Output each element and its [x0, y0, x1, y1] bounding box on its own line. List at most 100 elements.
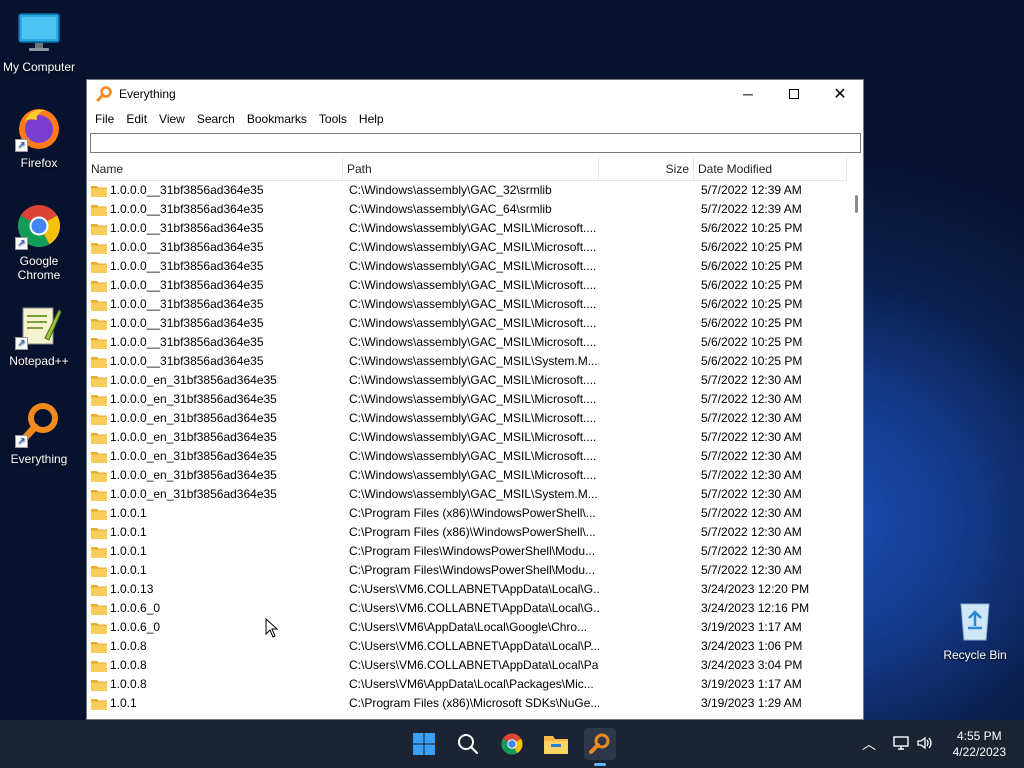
row-name-cell: 1.0.0.8 — [91, 637, 341, 656]
system-clock[interactable]: 4:55 PM 4/22/2023 — [953, 728, 1006, 760]
table-row[interactable]: 1.0.0.0_en_31bf3856ad364e35 C:\Windows\as… — [87, 447, 849, 466]
folder-icon — [91, 318, 107, 330]
folder-icon — [91, 337, 107, 349]
row-name-cell: 1.0.0.6_0 — [91, 618, 341, 637]
desktop-icon-recycle-bin[interactable]: Recycle Bin — [936, 596, 1014, 662]
table-row[interactable]: 1.0.0.0__31bf3856ad364e35 C:\Windows\asse… — [87, 333, 849, 352]
row-name-cell: 1.0.0.0_en_31bf3856ad364e35 — [91, 447, 341, 466]
table-row[interactable]: 1.0.0.8 C:\Users\VM6.COLLABNET\AppData\Lo… — [87, 656, 849, 675]
table-row[interactable]: 1.0.0.0__31bf3856ad364e35 C:\Windows\asse… — [87, 352, 849, 371]
table-row[interactable]: 1.0.0.1 C:\Program Files\WindowsPowerShel… — [87, 561, 849, 580]
table-row[interactable]: 1.0.0.0__31bf3856ad364e35 C:\Windows\asse… — [87, 295, 849, 314]
vertical-scrollbar[interactable] — [849, 181, 863, 713]
row-date-modified: 5/6/2022 10:25 PM — [701, 316, 803, 330]
row-path: C:\Windows\assembly\GAC_MSIL\Microsoft..… — [349, 373, 597, 387]
volume-icon[interactable] — [916, 734, 934, 755]
row-path: C:\Windows\assembly\GAC_MSIL\System.M...… — [349, 487, 599, 501]
column-name[interactable]: Name — [87, 157, 343, 181]
row-name-cell: 1.0.0.1 — [91, 523, 341, 542]
taskbar-everything-button[interactable] — [584, 728, 616, 766]
row-path: C:\Program Files (x86)\WindowsPowerShell… — [349, 506, 596, 520]
row-name-cell: 1.0.0.0__31bf3856ad364e35 — [91, 257, 341, 276]
start-icon — [413, 733, 435, 755]
row-name: 1.0.0.0__31bf3856ad364e35 — [110, 202, 264, 216]
show-hidden-icons-button[interactable]: ︿ — [862, 734, 876, 754]
row-name-cell: 1.0.0.0_en_31bf3856ad364e35 — [91, 390, 341, 409]
table-row[interactable]: 1.0.0.0__31bf3856ad364e35 C:\Windows\asse… — [87, 314, 849, 333]
scroll-thumb[interactable] — [855, 195, 858, 213]
maximize-button[interactable] — [771, 80, 817, 108]
minimize-button[interactable]: ─ — [725, 80, 771, 108]
table-row[interactable]: 1.0.0.8 C:\Users\VM6\AppData\Local\Packag… — [87, 675, 849, 694]
folder-icon — [91, 299, 107, 311]
folder-icon — [91, 641, 107, 653]
row-name: 1.0.0.0_en_31bf3856ad364e35 — [110, 392, 277, 406]
shortcut-arrow-icon: ↗ — [15, 435, 28, 448]
table-row[interactable]: 1.0.0.0__31bf3856ad364e35 C:\Windows\asse… — [87, 181, 849, 200]
table-row[interactable]: 1.0.0.1 C:\Program Files (x86)\WindowsPow… — [87, 504, 849, 523]
menu-bookmarks[interactable]: Bookmarks — [241, 112, 313, 126]
row-path: C:\Users\VM6\AppData\Local\Google\Chro..… — [349, 620, 588, 634]
table-row[interactable]: 1.0.0.0_en_31bf3856ad364e35 C:\Windows\as… — [87, 428, 849, 447]
folder-icon — [91, 223, 107, 235]
table-row[interactable]: 1.0.0.0__31bf3856ad364e35 C:\Windows\asse… — [87, 276, 849, 295]
network-icon[interactable] — [892, 734, 910, 755]
row-name: 1.0.0.1 — [110, 544, 147, 558]
column-size[interactable]: Size — [599, 157, 694, 181]
row-name: 1.0.0.0__31bf3856ad364e35 — [110, 183, 264, 197]
menu-search[interactable]: Search — [191, 112, 241, 126]
table-row[interactable]: 1.0.0.0_en_31bf3856ad364e35 C:\Windows\as… — [87, 466, 849, 485]
taskbar-file-explorer-button[interactable] — [540, 728, 572, 760]
folder-icon — [91, 432, 107, 444]
desktop-icon-notepad-plus-plus[interactable]: ↗ Notepad++ — [0, 302, 78, 368]
everything-window[interactable]: Everything ─ ✕ File Edit View Search Boo… — [86, 79, 864, 720]
folder-icon — [91, 280, 107, 292]
start-button[interactable] — [408, 728, 440, 760]
row-name: 1.0.0.0__31bf3856ad364e35 — [110, 354, 264, 368]
table-row[interactable]: 1.0.0.0__31bf3856ad364e35 C:\Windows\asse… — [87, 257, 849, 276]
desktop-icon-label: Everything — [10, 452, 68, 466]
menu-file[interactable]: File — [89, 112, 120, 126]
row-name-cell: 1.0.0.0__31bf3856ad364e35 — [91, 181, 341, 200]
row-name: 1.0.0.6_0 — [110, 601, 161, 615]
row-path: C:\Program Files (x86)\Microsoft SDKs\Nu… — [349, 696, 599, 710]
table-row[interactable]: 1.0.0.1 C:\Program Files (x86)\WindowsPow… — [87, 523, 849, 542]
table-row[interactable]: 1.0.0.13 C:\Users\VM6.COLLABNET\AppData\L… — [87, 580, 849, 599]
results-list[interactable]: 1.0.0.0__31bf3856ad364e35 C:\Windows\asse… — [87, 181, 849, 713]
table-row[interactable]: 1.0.0.0_en_31bf3856ad364e35 C:\Windows\as… — [87, 409, 849, 428]
row-date-modified: 5/7/2022 12:30 AM — [701, 449, 802, 463]
menu-bar: File Edit View Search Bookmarks Tools He… — [87, 108, 863, 130]
desktop-icon-google-chrome[interactable]: ↗ Google Chrome — [0, 202, 78, 282]
row-path: C:\Windows\assembly\GAC_64\srmlib — [349, 202, 552, 216]
table-row[interactable]: 1.0.0.0__31bf3856ad364e35 C:\Windows\asse… — [87, 238, 849, 257]
table-row[interactable]: 1.0.0.8 C:\Users\VM6.COLLABNET\AppData\Lo… — [87, 637, 849, 656]
table-row[interactable]: 1.0.0.0_en_31bf3856ad364e35 C:\Windows\as… — [87, 390, 849, 409]
menu-tools[interactable]: Tools — [313, 112, 353, 126]
desktop-icon-my-computer[interactable]: My Computer — [0, 8, 78, 74]
folder-icon — [91, 508, 107, 520]
table-row[interactable]: 1.0.0.0__31bf3856ad364e35 C:\Windows\asse… — [87, 200, 849, 219]
chrome-icon: ↗ — [15, 202, 63, 250]
search-input[interactable] — [90, 133, 861, 153]
table-row[interactable]: 1.0.0.1 C:\Program Files\WindowsPowerShel… — [87, 542, 849, 561]
row-name: 1.0.0.0_en_31bf3856ad364e35 — [110, 449, 277, 463]
table-row[interactable]: 1.0.0.6_0 C:\Users\VM6\AppData\Local\Goog… — [87, 618, 849, 637]
desktop-icon-firefox[interactable]: ↗ Firefox — [0, 104, 78, 170]
taskbar-search-button[interactable] — [452, 728, 484, 760]
row-date-modified: 5/6/2022 10:25 PM — [701, 240, 803, 254]
menu-edit[interactable]: Edit — [120, 112, 153, 126]
column-date-modified[interactable]: Date Modified — [694, 157, 847, 181]
title-bar[interactable]: Everything ─ ✕ — [87, 80, 863, 108]
menu-help[interactable]: Help — [353, 112, 390, 126]
row-name: 1.0.0.0__31bf3856ad364e35 — [110, 297, 264, 311]
table-row[interactable]: 1.0.0.0_en_31bf3856ad364e35 C:\Windows\as… — [87, 485, 849, 504]
desktop-icon-everything[interactable]: ↗ Everything — [0, 400, 78, 466]
menu-view[interactable]: View — [153, 112, 191, 126]
close-button[interactable]: ✕ — [817, 80, 863, 108]
table-row[interactable]: 1.0.1 C:\Program Files (x86)\Microsoft SD… — [87, 694, 849, 713]
column-path[interactable]: Path — [343, 157, 599, 181]
table-row[interactable]: 1.0.0.0__31bf3856ad364e35 C:\Windows\asse… — [87, 219, 849, 238]
taskbar-chrome-button[interactable] — [496, 728, 528, 760]
table-row[interactable]: 1.0.0.0_en_31bf3856ad364e35 C:\Windows\as… — [87, 371, 849, 390]
table-row[interactable]: 1.0.0.6_0 C:\Users\VM6.COLLABNET\AppData\… — [87, 599, 849, 618]
